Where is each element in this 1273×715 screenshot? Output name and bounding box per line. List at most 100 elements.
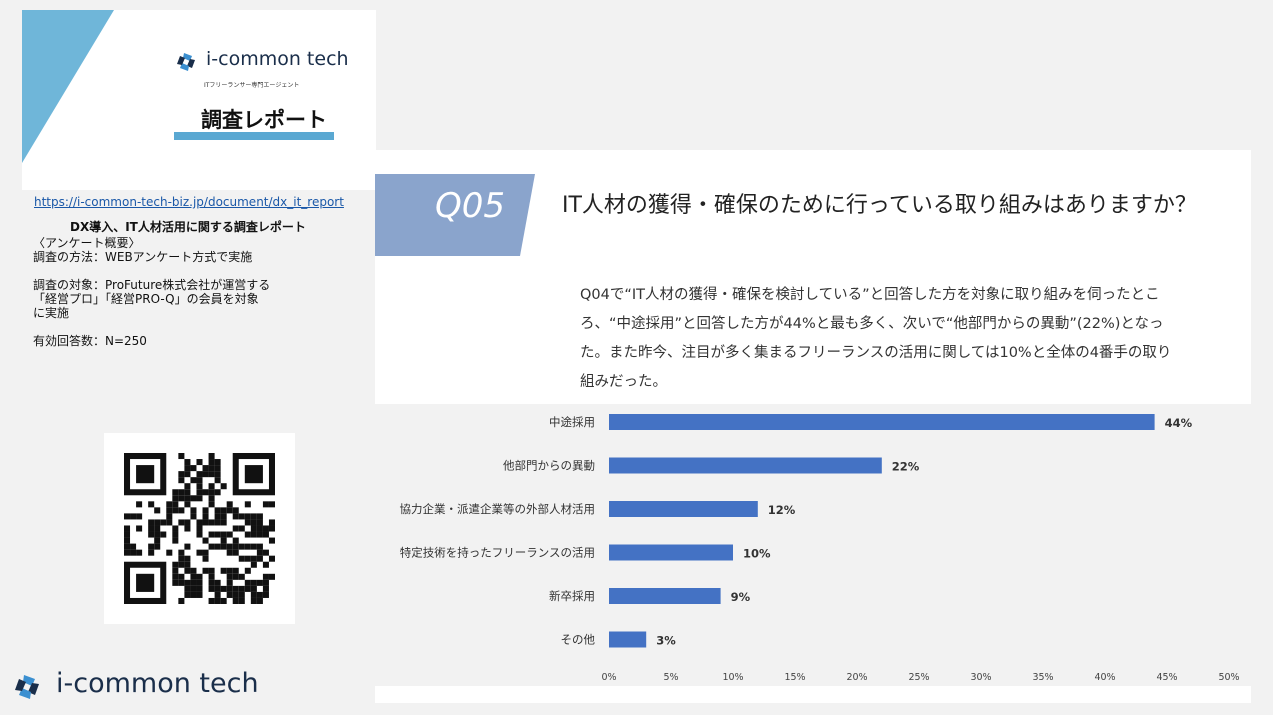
bar-value-label: 10% [743,547,771,561]
qr-module [208,489,215,496]
qr-module [268,537,275,544]
qr-module [148,525,155,532]
qr-module [172,525,179,532]
qr-module [208,459,215,466]
qr-module [184,579,191,586]
qr-module [250,555,257,562]
qr-module [244,543,251,550]
qr-module [148,519,155,526]
qr-module [202,489,209,496]
qr-module [214,579,221,586]
qr-module [208,531,215,538]
qr-module [238,513,245,520]
qr-module [202,567,209,574]
qr-module [124,543,131,550]
qr-module [232,543,239,550]
x-tick-label: 10% [722,672,743,683]
survey-target: 調査の対象：ProFuture株式会社が運営する 「経営プロ」「経営PRO-Q」… [33,278,271,320]
report-cover-thumbnail[interactable]: i-common tech ITフリーランサー専門エージェント 調査レポート [22,10,376,190]
qr-module [232,525,239,532]
x-tick-label: 30% [970,672,991,683]
qr-module [154,507,161,514]
qr-module [250,579,257,586]
qr-module [172,537,179,544]
qr-module [226,543,233,550]
qr-module [226,507,233,514]
qr-module [232,597,239,604]
qr-module [208,501,215,508]
qr-module [202,519,209,526]
qr-module [208,483,215,490]
qr-module [184,459,191,466]
qr-module [256,531,263,538]
qr-module [178,519,185,526]
qr-module [148,501,155,508]
survey-responses: 有効回答数：N=250 [33,334,147,348]
qr-module [148,549,155,556]
qr-module [250,531,257,538]
qr-module [256,513,263,520]
qr-module [130,513,137,520]
qr-module [256,543,263,550]
footer-logo-icon [15,675,39,699]
qr-module [172,507,179,514]
cover-title: 調査レポート [201,108,327,132]
qr-module [214,489,221,496]
qr-module [148,531,155,538]
qr-module [226,501,233,508]
qr-module [208,453,215,460]
qr-module [226,531,233,538]
qr-module [220,507,227,514]
qr-module [220,519,227,526]
qr-module [172,567,179,574]
qr-code-panel[interactable] [104,433,295,624]
qr-module [262,501,269,508]
bar-category-label: 特定技術を持ったフリーランスの活用 [400,546,595,560]
qr-module [154,537,161,544]
qr-module [160,531,167,538]
qr-module [202,555,209,562]
qr-module [244,555,251,562]
qr-module [244,567,251,574]
qr-module [196,531,203,538]
qr-module [220,531,227,538]
qr-module [214,465,221,472]
survey-overview-heading: 〈アンケート概要〉 [33,236,141,250]
x-tick-label: 15% [784,672,805,683]
bar-category-label: 新卒採用 [549,589,595,603]
qr-module [214,519,221,526]
qr-module [178,489,185,496]
qr-module [232,549,239,556]
qr-module [256,519,263,526]
qr-module [166,549,173,556]
qr-module [208,579,215,586]
qr-module [136,465,155,484]
qr-module [268,519,275,526]
qr-module [154,543,161,550]
qr-module [226,549,233,556]
qr-code-icon [124,453,275,604]
bar-value-label: 44% [1165,416,1193,430]
qr-module [244,585,251,592]
qr-module [184,495,191,502]
qr-module [262,525,269,532]
qr-module [220,543,227,550]
qr-module [184,471,191,478]
x-tick-label: 0% [601,672,616,683]
bar-category-label: 中途採用 [549,415,595,429]
qr-module [244,501,251,508]
qr-module [166,501,173,508]
qr-module [184,519,191,526]
report-url-link[interactable]: https://i-common-tech-biz.jp/document/dx… [34,195,344,209]
qr-module [226,591,233,598]
bar [609,544,733,561]
qr-module [256,579,263,586]
qr-module [202,537,209,544]
qr-module [202,471,209,478]
qr-module [238,555,245,562]
survey-method: 調査の方法：WEBアンケート方式で実施 [33,250,253,264]
bar [609,588,721,604]
qr-module [250,585,257,592]
qr-module [154,531,161,538]
